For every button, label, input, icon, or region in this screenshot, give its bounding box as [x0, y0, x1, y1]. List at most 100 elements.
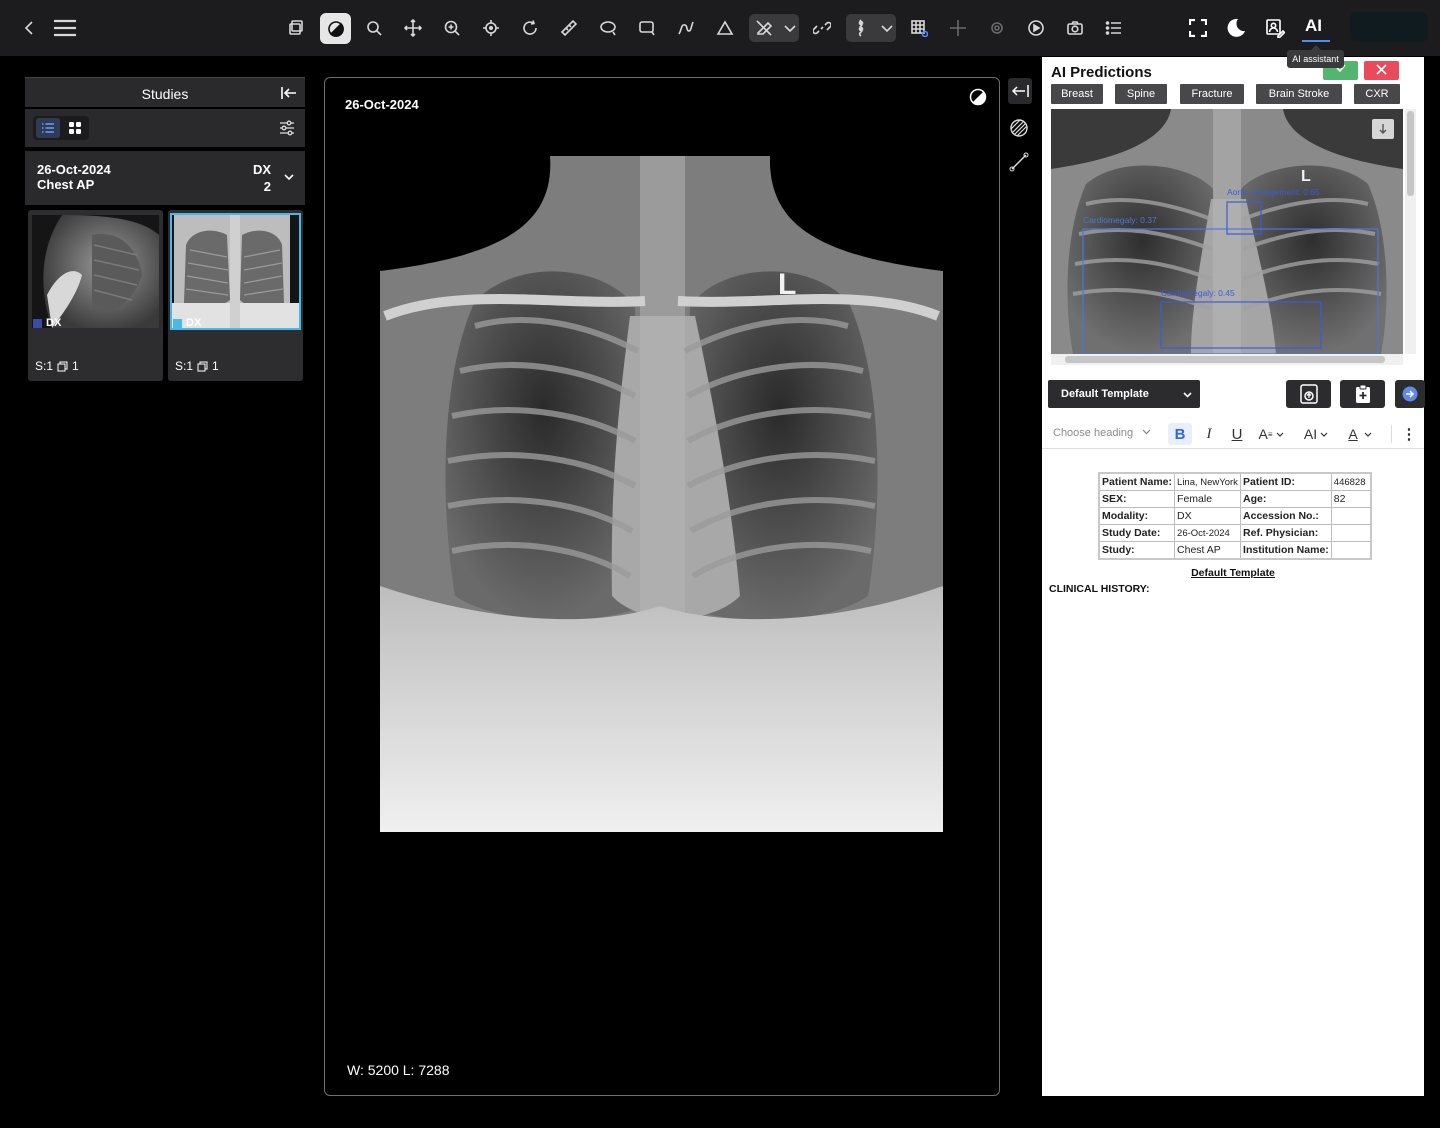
next-button[interactable]	[1395, 380, 1425, 408]
clinical-history-label[interactable]: CLINICAL HISTORY:	[1049, 583, 1150, 595]
field-value	[1330, 507, 1372, 525]
field-label: Accession No.:	[1240, 507, 1332, 525]
user-menu-button[interactable]	[1350, 12, 1428, 42]
modality-badge: DX	[173, 317, 201, 329]
layers-icon[interactable]	[282, 14, 310, 42]
field-value: 446828	[1330, 472, 1372, 491]
ai-panel-title: AI Predictions	[1051, 64, 1152, 81]
menu-icon[interactable]	[50, 14, 80, 42]
prediction-label: Cardiomegaly: 0.45	[1161, 288, 1235, 298]
angle-icon[interactable]	[711, 14, 739, 42]
ai-assistant-tooltip: AI assistant	[1287, 45, 1344, 68]
collapse-panel-icon[interactable]	[281, 86, 297, 100]
invert-icon[interactable]	[969, 88, 987, 106]
field-label: Study Date:	[1098, 524, 1176, 542]
arrow-right-icon	[1402, 386, 1418, 402]
table-row: Patient Name: Lina, NewYork Patient ID: 446…	[1098, 472, 1372, 491]
table-row: Study: Chest AP Institution Name:	[1098, 541, 1372, 560]
font-size-icon[interactable]: A ≡	[1254, 423, 1288, 445]
filter-settings-icon[interactable]	[279, 120, 295, 136]
studies-panel: Studies 26-Oct-2024 Chest AP DX 2	[25, 77, 305, 205]
field-value: DX	[1174, 507, 1242, 525]
overlay-pattern-icon[interactable]	[1008, 117, 1030, 139]
zoom-in-icon[interactable]	[438, 14, 466, 42]
reference-lines-icon[interactable]	[944, 14, 972, 42]
series-meta: S:1 1	[35, 359, 79, 373]
viewport-study-date: 26-Oct-2024	[345, 97, 419, 112]
field-label: Institution Name:	[1240, 541, 1332, 560]
field-label: Modality:	[1098, 507, 1176, 525]
chest-xray-image[interactable]: L	[380, 156, 943, 832]
table-row: Modality: DX Accession No.:	[1098, 507, 1372, 525]
study-card[interactable]: 26-Oct-2024 Chest AP DX 2	[25, 151, 305, 205]
ruler-icon[interactable]	[555, 14, 583, 42]
field-value	[1330, 524, 1372, 542]
font-family-icon[interactable]: AI	[1298, 423, 1334, 445]
font-color-icon[interactable]: A	[1343, 423, 1377, 445]
model-cxr-button[interactable]: CXR	[1354, 84, 1400, 104]
image-viewport[interactable]: 26-Oct-2024 L W: 5200 L: 7288	[324, 77, 1000, 1096]
save-report-button[interactable]	[1286, 380, 1331, 408]
ai-assistant-button[interactable]: AI	[1305, 16, 1322, 36]
model-fracture-button[interactable]: Fracture	[1180, 84, 1244, 104]
chevron-down-icon[interactable]	[878, 14, 896, 42]
rotate-icon[interactable]	[516, 14, 544, 42]
collapse-right-panel-icon[interactable]	[1008, 78, 1032, 104]
prediction-image-view[interactable]: L Aortic enlargement: 0.65 Cardiomegaly:…	[1051, 109, 1403, 354]
series-meta: S:1 1	[175, 359, 219, 373]
rectangle-roi-icon[interactable]	[633, 14, 661, 42]
field-value: 82	[1330, 490, 1372, 508]
list-view-icon[interactable]	[36, 118, 60, 138]
back-icon[interactable]	[15, 14, 43, 42]
heading-select[interactable]: Choose heading	[1053, 427, 1151, 439]
report-edit-icon[interactable]	[1261, 14, 1289, 42]
underline-icon[interactable]: U	[1226, 423, 1248, 445]
studies-title: Studies	[141, 86, 189, 102]
link-icon[interactable]	[808, 14, 836, 42]
series-thumbnail[interactable]: DX S:1 1	[168, 210, 303, 381]
grid-view-icon[interactable]	[63, 118, 87, 138]
pan-icon[interactable]	[399, 14, 427, 42]
lateral-xray-thumbnail	[32, 215, 159, 328]
camera-icon[interactable]	[1061, 14, 1089, 42]
add-to-report-button[interactable]	[1340, 380, 1385, 408]
model-spine-button[interactable]: Spine	[1115, 84, 1167, 104]
window-level-icon[interactable]	[320, 13, 351, 44]
sync-icon[interactable]	[983, 14, 1011, 42]
study-description: Chest AP	[37, 177, 95, 192]
template-select[interactable]: Default Template	[1048, 380, 1200, 408]
view-mode-toggle	[33, 116, 89, 140]
template-select-value: Default Template	[1061, 388, 1149, 400]
italic-icon[interactable]: I	[1198, 423, 1220, 445]
bold-icon[interactable]: B	[1168, 423, 1192, 445]
ai-predictions-panel: AI Predictions Breast Spine Fracture Bra…	[1042, 57, 1425, 1096]
close-icon	[1376, 64, 1387, 75]
series-thumbnail[interactable]: DX S:1 1	[28, 210, 163, 381]
list-icon[interactable]	[1100, 14, 1128, 42]
dark-mode-icon[interactable]	[1222, 14, 1250, 42]
line-measure-icon[interactable]	[1008, 151, 1030, 173]
fullscreen-icon[interactable]	[1184, 14, 1212, 42]
eraser-icon[interactable]	[750, 14, 778, 42]
instances-icon	[197, 361, 208, 371]
prediction-vertical-scrollbar[interactable]	[1405, 109, 1416, 354]
freehand-icon[interactable]	[672, 14, 700, 42]
field-label: SEX:	[1098, 490, 1176, 508]
studies-header: Studies	[25, 77, 305, 107]
model-breast-button[interactable]: Breast	[1051, 84, 1103, 104]
model-brain-stroke-button[interactable]: Brain Stroke	[1256, 84, 1342, 104]
chevron-down-icon[interactable]	[781, 14, 799, 42]
grid-layout-icon[interactable]	[905, 14, 933, 42]
field-label: Patient Name:	[1098, 472, 1176, 491]
field-value: Lina, NewYork	[1174, 472, 1242, 491]
chevron-down-icon[interactable]	[283, 171, 295, 183]
prediction-horizontal-scrollbar[interactable]	[1051, 354, 1403, 365]
ellipse-roi-icon[interactable]	[594, 14, 622, 42]
crosshair-icon[interactable]	[477, 14, 505, 42]
spine-label-icon[interactable]	[847, 14, 875, 42]
search-icon[interactable]	[360, 14, 388, 42]
reject-button[interactable]	[1364, 61, 1399, 80]
more-options-icon[interactable]: ⋮	[1402, 423, 1417, 445]
laterality-marker: L	[778, 268, 796, 301]
cine-play-icon[interactable]	[1022, 14, 1050, 42]
